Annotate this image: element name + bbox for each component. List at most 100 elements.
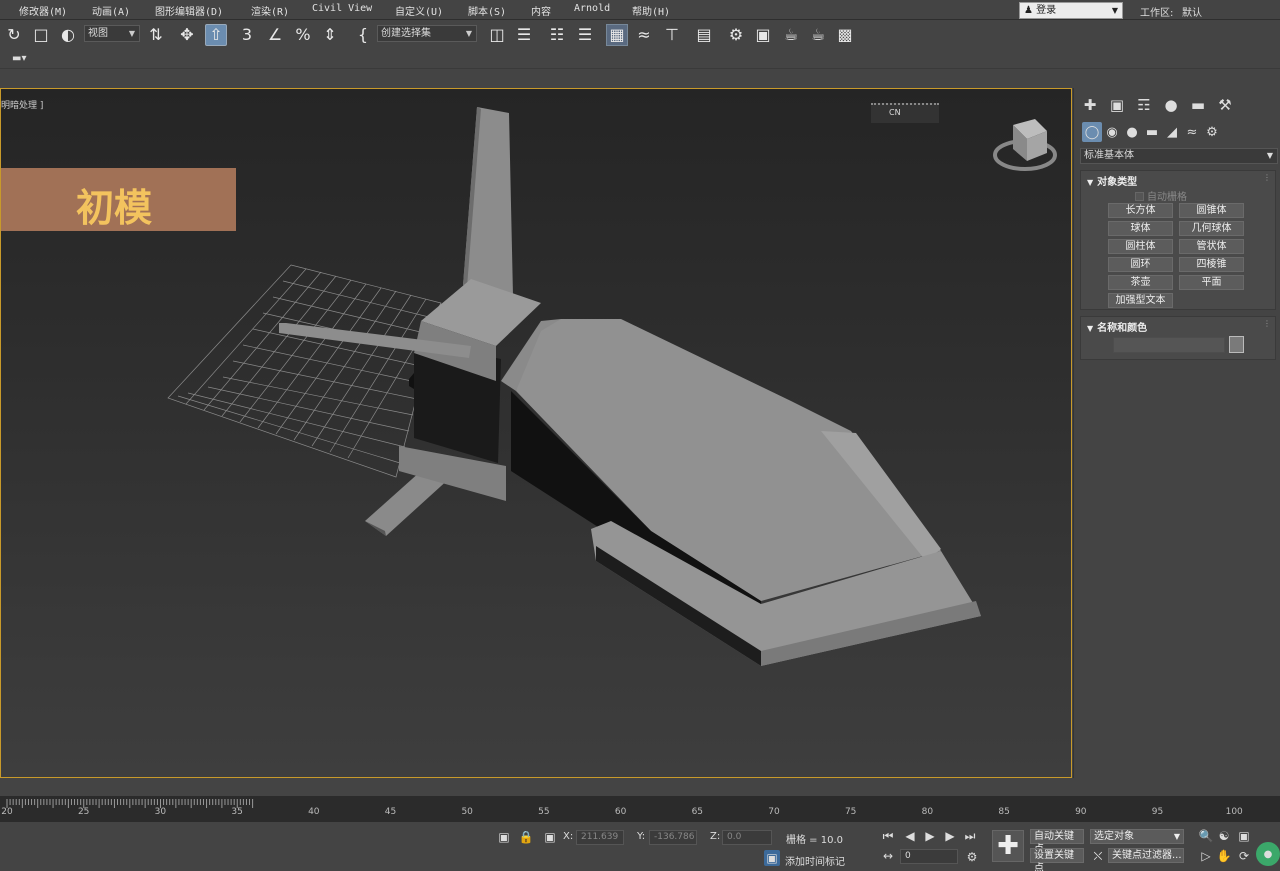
viewport-shading-label[interactable]: 明暗处理 ]	[1, 98, 43, 111]
field-of-view-icon[interactable]: ▷	[1198, 848, 1214, 864]
render-production-icon[interactable]: ☕	[807, 24, 829, 46]
x-coordinate-field[interactable]: 211.639	[576, 830, 624, 845]
box-button[interactable]: 长方体	[1108, 203, 1173, 218]
pyramid-button[interactable]: 四棱锥	[1179, 257, 1244, 272]
undo-icon[interactable]: ↻	[3, 24, 25, 46]
layer-explorer-icon[interactable]: ☰	[574, 24, 596, 46]
menu-scripting[interactable]: 脚本(S)	[468, 3, 506, 18]
menu-help[interactable]: 帮助(H)	[632, 3, 670, 18]
geometry-icon[interactable]: ◯	[1082, 122, 1102, 142]
schematic-view-icon[interactable]: ▤	[693, 24, 715, 46]
ribbon-toggle-icon[interactable]: ▦	[606, 24, 628, 46]
zoom-extents-icon[interactable]: ▣	[1236, 828, 1252, 844]
autogrid-checkbox[interactable]: 自动栅格	[1135, 188, 1187, 203]
percent-snap-icon[interactable]: %	[292, 24, 314, 46]
modify-tab-icon[interactable]: ▣	[1104, 94, 1130, 116]
curve-editor-icon[interactable]: ≈	[633, 24, 655, 46]
key-mode-dropdown[interactable]: 选定对象 ▼	[1090, 829, 1184, 844]
set-key-button[interactable]: 设置关键点	[1030, 848, 1084, 871]
y-coordinate-field[interactable]: -136.786	[649, 830, 697, 845]
key-filter-icon[interactable]: ⛌	[1090, 848, 1106, 864]
select-move-icon[interactable]: ⇧	[205, 24, 227, 46]
menu-arnold[interactable]: Arnold	[574, 3, 610, 14]
move-icon[interactable]: ✥	[176, 24, 198, 46]
name-color-header[interactable]: ▼ 名称和颜色	[1087, 319, 1147, 334]
key-filters-button[interactable]: 关键点过滤器...	[1108, 848, 1184, 863]
render-setup-icon[interactable]: ▣	[752, 24, 774, 46]
z-coordinate-field[interactable]: 0.0	[722, 830, 772, 845]
rendered-frame-window-icon[interactable]: ☕	[780, 24, 802, 46]
current-frame-field[interactable]: 0	[900, 849, 958, 864]
sphere-button[interactable]: 球体	[1108, 221, 1173, 236]
app-badge-icon[interactable]: ●	[1256, 842, 1280, 866]
menu-rendering[interactable]: 渲染(R)	[251, 3, 289, 18]
perspective-viewport[interactable]: 明暗处理 ] 初模 CN	[0, 88, 1072, 778]
object-name-field[interactable]	[1113, 337, 1225, 353]
geosphere-button[interactable]: 几何球体	[1179, 221, 1244, 236]
select-region-icon[interactable]: □	[30, 24, 52, 46]
motion-tab-icon[interactable]: ●	[1158, 94, 1184, 116]
ribbon-options-icon[interactable]: ▬▾	[12, 53, 26, 64]
shapes-icon[interactable]: ◉	[1102, 122, 1122, 142]
align-icon[interactable]: ☰	[513, 24, 535, 46]
dope-sheet-icon[interactable]: ⊤	[661, 24, 683, 46]
pan-hand-icon[interactable]: ✋	[1216, 848, 1232, 864]
torus-button[interactable]: 圆环	[1108, 257, 1173, 272]
lock-icon[interactable]: 🔒	[518, 829, 534, 845]
snap-3d-icon[interactable]: 3	[236, 24, 258, 46]
helpers-icon[interactable]: ◢	[1162, 122, 1182, 142]
cameras-icon[interactable]: ▬	[1142, 122, 1162, 142]
cylinder-button[interactable]: 圆柱体	[1108, 239, 1173, 254]
add-time-tag-label[interactable]: 添加时间标记	[785, 853, 845, 868]
material-editor-icon[interactable]: ⚙	[725, 24, 747, 46]
go-to-start-icon[interactable]: ⏮	[880, 828, 896, 844]
display-tab-icon[interactable]: ▬	[1185, 94, 1211, 116]
spinner-snap-icon[interactable]: ⇕	[319, 24, 341, 46]
absolute-mode-icon[interactable]: ▣	[542, 829, 558, 845]
play-icon[interactable]: ▶	[922, 828, 938, 844]
zoom-icon[interactable]: 🔍	[1198, 828, 1214, 844]
systems-icon[interactable]: ⚙	[1202, 122, 1222, 142]
language-indicator[interactable]: CN	[871, 103, 939, 123]
previous-frame-icon[interactable]: ◀	[902, 828, 918, 844]
teapot-button[interactable]: 茶壶	[1108, 275, 1173, 290]
angle-snap-icon[interactable]: ∠	[264, 24, 286, 46]
menu-graph-editors[interactable]: 图形编辑器(D)	[155, 3, 223, 18]
zoom-all-icon[interactable]: ☯	[1216, 828, 1232, 844]
workspace-dropdown[interactable]: 默认	[1182, 4, 1202, 19]
menu-content[interactable]: 内容	[531, 3, 551, 18]
lights-icon[interactable]: ●	[1122, 122, 1142, 142]
cone-button[interactable]: 圆锥体	[1179, 203, 1244, 218]
menu-animation[interactable]: 动画(A)	[92, 3, 130, 18]
select-filter-icon[interactable]: ◐	[57, 24, 79, 46]
menu-civil-view[interactable]: Civil View	[312, 3, 372, 14]
mirror-icon[interactable]: ◫	[486, 24, 508, 46]
timeline[interactable]: 20 25 30 35 40 45 50 55 60 65 70 75 80 85 90 95 100	[0, 796, 1280, 822]
object-category-dropdown[interactable]: 标准基本体 ▼	[1080, 148, 1278, 164]
utilities-tab-icon[interactable]: ⚒	[1212, 94, 1238, 116]
menu-modifiers[interactable]: 修改器(M)	[19, 3, 67, 18]
edit-named-selection-icon[interactable]: {	[352, 24, 374, 46]
render-cloud-icon[interactable]: ▩	[834, 24, 856, 46]
time-configuration-icon[interactable]: ⚙	[964, 849, 980, 865]
scene-explorer-icon[interactable]: ☷	[546, 24, 568, 46]
named-selection-set-dropdown[interactable]: 创建选择集 ▼	[377, 25, 477, 42]
next-frame-icon[interactable]: ▶	[942, 828, 958, 844]
object-type-header[interactable]: ▼ 对象类型	[1087, 173, 1137, 188]
login-dropdown[interactable]: ♟ 登录 ▼	[1019, 2, 1123, 19]
time-config-arrows-icon[interactable]: ↔	[880, 848, 896, 864]
pivot-center-icon[interactable]: ⇅	[145, 24, 167, 46]
viewcube-icon[interactable]	[991, 111, 1059, 175]
orbit-icon[interactable]: ⟳	[1236, 848, 1252, 864]
set-key-big-button[interactable]: ✚	[992, 830, 1024, 862]
go-to-end-icon[interactable]: ⏭	[962, 828, 978, 844]
textplus-button[interactable]: 加强型文本	[1108, 293, 1173, 308]
reference-coordinate-dropdown[interactable]: 视图 ▼	[84, 25, 140, 42]
object-color-swatch[interactable]	[1229, 336, 1244, 353]
create-tab-icon[interactable]: ✚	[1077, 94, 1103, 116]
ship-model[interactable]	[279, 107, 981, 666]
auto-key-button[interactable]: 自动关键点	[1030, 829, 1084, 855]
isolate-selection-icon[interactable]: ▣	[496, 829, 512, 845]
add-time-tag-icon[interactable]: ▣	[764, 850, 780, 866]
plane-button[interactable]: 平面	[1179, 275, 1244, 290]
